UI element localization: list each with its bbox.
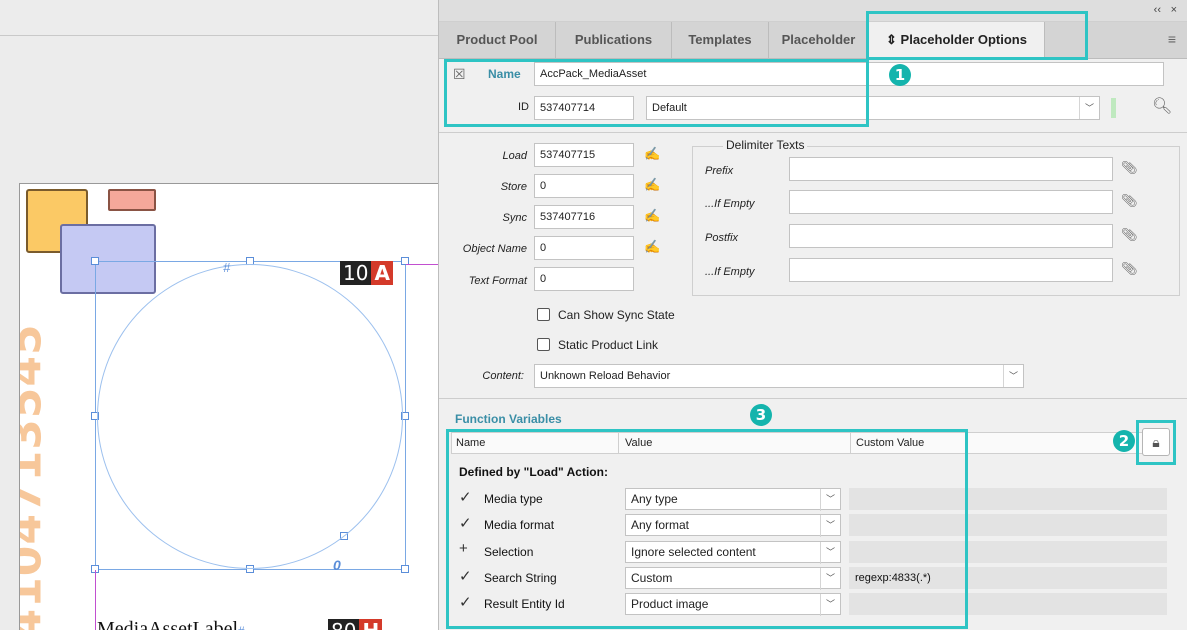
postfix-label: Postfix <box>705 232 739 244</box>
paperclip-icon[interactable]: 📎︎ <box>1121 227 1138 243</box>
object-name-label: Object Name <box>462 243 527 255</box>
function-variables-title: Function Variables <box>455 412 562 426</box>
close-icon[interactable]: × <box>1171 4 1177 16</box>
paperclip-icon[interactable]: 📎︎ <box>1121 160 1138 176</box>
callout-number-3: 3 <box>750 404 772 426</box>
prefix-label: Prefix <box>705 165 734 177</box>
tab-placeholder[interactable]: Placeholder <box>769 22 869 59</box>
divider <box>439 132 1187 133</box>
load-label: Load <box>502 150 527 162</box>
document-page[interactable]: 4104713545 # 0 10A MediaAssetLabel# 80H <box>19 183 439 630</box>
content-dropdown[interactable]: Unknown Reload Behavior ﹀ <box>534 364 1024 388</box>
collapse-icon[interactable]: ‹‹ <box>1154 4 1161 16</box>
callout-number-1: 1 <box>889 64 911 86</box>
delimiter-legend: Delimiter Texts <box>723 138 808 152</box>
postfix-field[interactable] <box>789 224 1113 248</box>
store-field[interactable]: 0 <box>534 174 634 198</box>
pen-icon[interactable]: ✍ <box>644 177 660 193</box>
pen-icon[interactable]: ✍ <box>644 208 660 224</box>
content-value: Unknown Reload Behavior <box>540 370 671 382</box>
guide-line <box>95 570 96 630</box>
text-format-field[interactable]: 0 <box>534 267 634 291</box>
postfix-if-empty-field[interactable] <box>789 258 1113 282</box>
tab-publications[interactable]: Publications <box>556 22 672 59</box>
callout-tab-highlight <box>866 11 1088 60</box>
chevron-down-icon: ﹀ <box>1079 97 1099 119</box>
can-show-sync-state-checkbox[interactable] <box>537 308 550 321</box>
divider <box>439 398 1187 399</box>
prefix-if-empty-field[interactable] <box>789 190 1113 214</box>
placeholder-options-panel: ‹‹ × Product Pool Publications Templates… <box>438 0 1187 630</box>
ruler-line <box>0 35 438 36</box>
callout-name-id-highlight <box>444 59 869 127</box>
barcode-label: 4104713545 <box>19 323 52 630</box>
if-empty-label: ...If Empty <box>705 266 755 278</box>
callout-table-highlight <box>446 429 968 629</box>
pen-icon[interactable]: ✍ <box>644 146 660 162</box>
placeholder-badge: 80H <box>328 619 383 630</box>
paperclip-icon[interactable]: 📎︎ <box>1121 261 1138 277</box>
panel-menu-icon[interactable]: ≡ <box>1168 31 1176 47</box>
sync-field[interactable]: 537407716 <box>534 205 634 229</box>
store-label: Store <box>500 181 527 193</box>
frame-hash-marker: # <box>223 260 231 275</box>
status-indicator <box>1111 98 1116 118</box>
resize-handle[interactable] <box>91 257 99 265</box>
salmon-placeholder-frame[interactable] <box>108 189 156 211</box>
text-format-label: Text Format <box>468 275 527 287</box>
callout-lock-highlight <box>1136 420 1176 465</box>
frame-zero-marker: 0 <box>333 557 341 573</box>
circle-shape <box>97 264 403 569</box>
guide-line <box>406 264 439 265</box>
chevron-down-icon: ﹀ <box>1003 365 1023 387</box>
tab-templates[interactable]: Templates <box>672 22 769 59</box>
sync-label: Sync <box>502 212 527 224</box>
static-product-link-label: Static Product Link <box>558 338 659 352</box>
prefix-field[interactable] <box>789 157 1113 181</box>
object-name-field[interactable]: 0 <box>534 236 634 260</box>
load-field[interactable]: 537407715 <box>534 143 634 167</box>
tab-product-pool[interactable]: Product Pool <box>439 22 556 59</box>
can-show-sync-state-label: Can Show Sync State <box>558 308 675 322</box>
pen-icon[interactable]: ✍ <box>644 239 660 255</box>
paperclip-icon[interactable]: 📎︎ <box>1121 193 1138 209</box>
media-asset-label: MediaAssetLabel# <box>97 618 245 630</box>
static-product-link-checkbox[interactable] <box>537 338 550 351</box>
resize-handle[interactable] <box>401 565 409 573</box>
if-empty-label: ...If Empty <box>705 198 755 210</box>
content-label: Content: <box>482 370 524 382</box>
callout-number-2: 2 <box>1113 430 1135 452</box>
placeholder-badge: 10 A <box>340 261 393 285</box>
document-canvas[interactable]: 4104713545 # 0 10A MediaAssetLabel# 80H <box>0 0 439 630</box>
search-icon[interactable]: 🔍︎ <box>1152 96 1172 116</box>
